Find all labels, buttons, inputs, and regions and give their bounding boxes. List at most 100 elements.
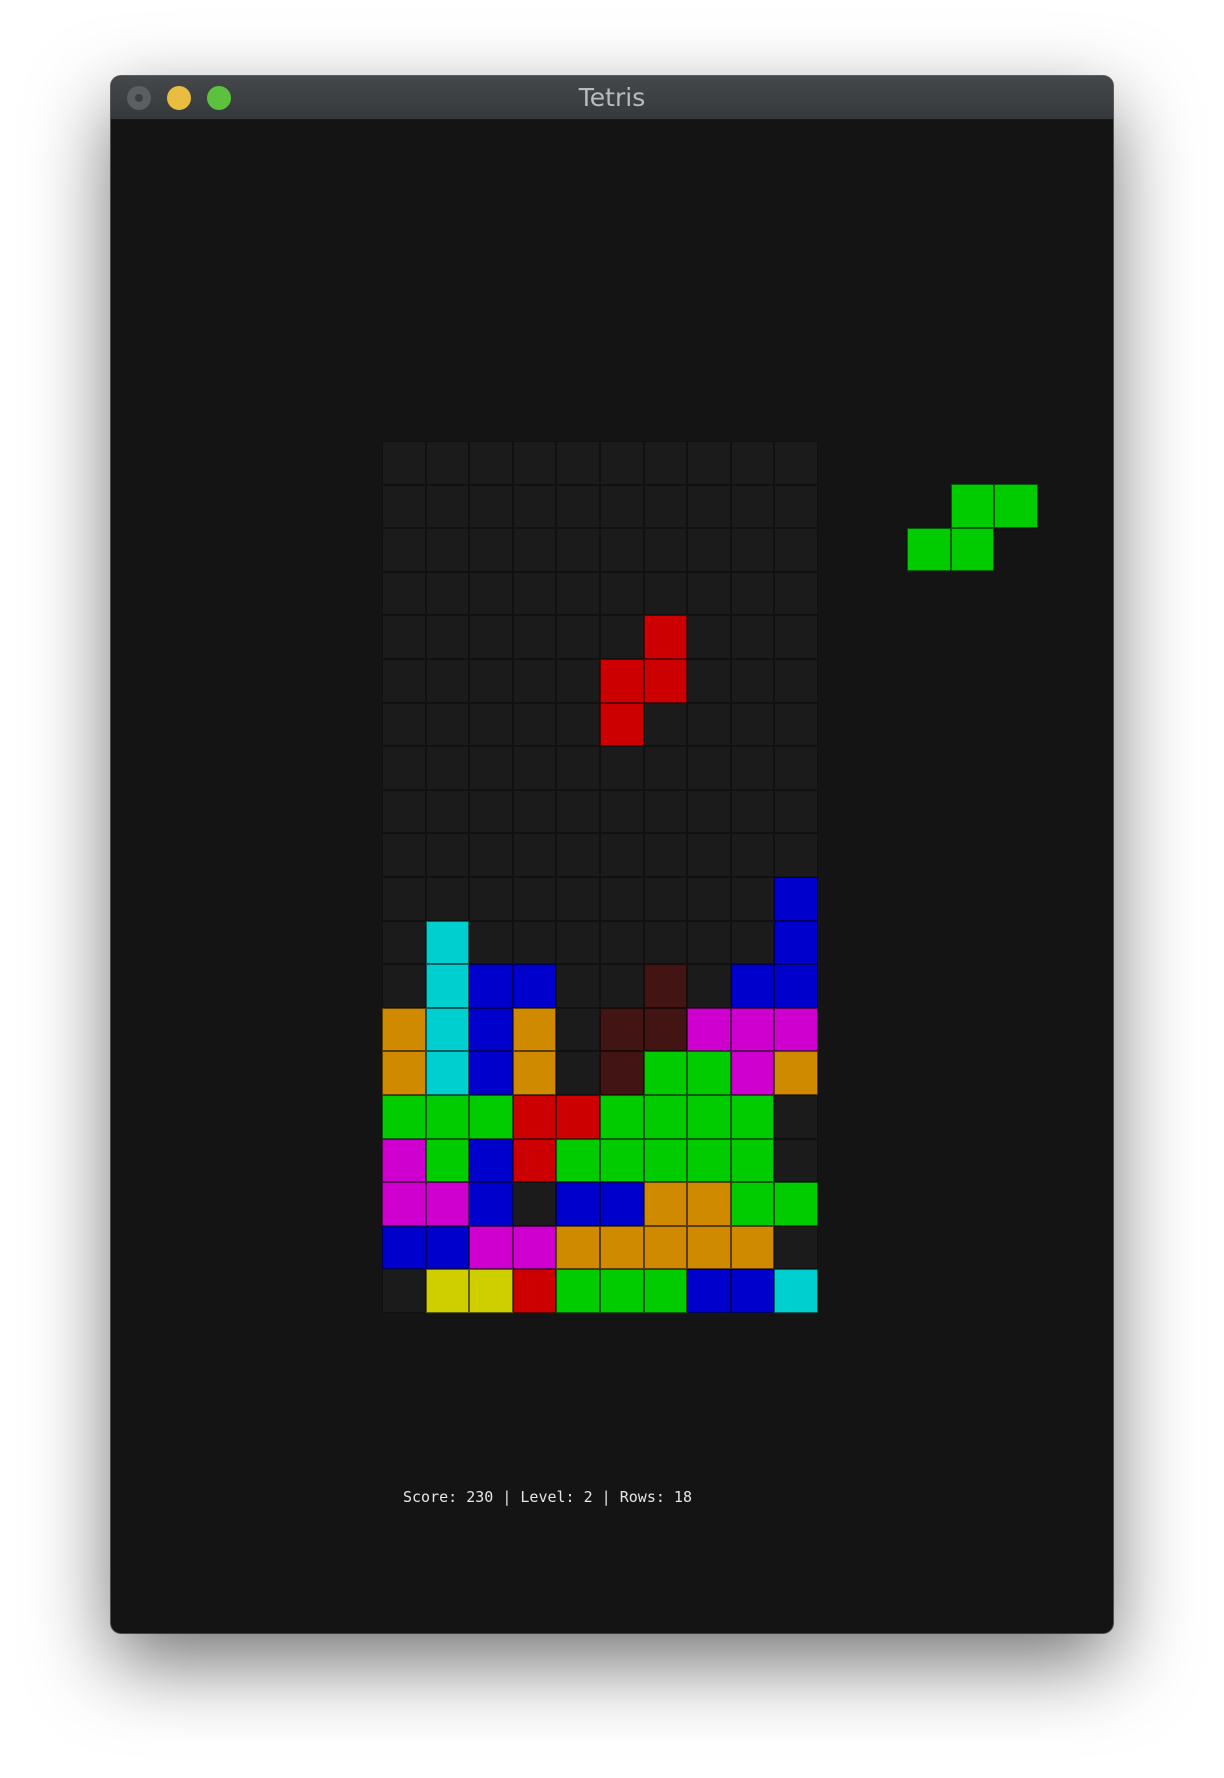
empty-cell	[469, 441, 513, 485]
empty-cell	[382, 528, 426, 572]
empty-cell	[774, 1138, 818, 1183]
empty-cell	[730, 659, 775, 703]
empty-cell	[469, 571, 513, 616]
empty-cell	[469, 528, 513, 572]
empty-cell	[687, 528, 731, 572]
green-block	[730, 1182, 775, 1226]
orange-block	[643, 1182, 688, 1226]
dark-red-block	[600, 1051, 644, 1095]
green-block	[730, 1095, 775, 1139]
empty-cell	[730, 615, 775, 659]
empty-cell	[425, 702, 470, 747]
empty-cell	[512, 659, 557, 703]
red-block	[643, 615, 688, 659]
empty-cell	[556, 920, 600, 965]
empty-cell	[556, 659, 600, 703]
empty-cell	[556, 1007, 600, 1052]
empty-cell	[469, 877, 513, 921]
orange-block	[687, 1225, 731, 1270]
empty-cell	[730, 920, 775, 965]
empty-cell	[382, 659, 426, 703]
empty-cell	[687, 441, 731, 485]
empty-cell	[512, 441, 557, 485]
empty-cell	[512, 1182, 557, 1226]
empty-cell	[730, 484, 775, 529]
empty-cell	[556, 484, 600, 529]
empty-cell	[643, 702, 688, 747]
empty-cell	[425, 615, 470, 659]
green-block	[687, 1051, 731, 1095]
empty-cell	[774, 484, 818, 529]
empty-cell	[556, 528, 600, 572]
red-block	[512, 1138, 557, 1183]
empty-cell	[425, 441, 470, 485]
blue-block	[469, 964, 513, 1008]
empty-cell	[774, 1225, 818, 1270]
empty-cell	[730, 528, 775, 572]
empty-cell	[774, 615, 818, 659]
tetris-board[interactable]	[382, 441, 818, 1313]
empty-cell	[382, 746, 426, 790]
dark-red-block	[643, 964, 688, 1008]
red-block	[512, 1095, 557, 1139]
blue-block	[730, 1269, 775, 1313]
blue-block	[774, 964, 818, 1008]
empty-cell	[469, 615, 513, 659]
magenta-block	[469, 1225, 513, 1270]
empty-cell	[600, 833, 644, 877]
green-block	[643, 1269, 688, 1313]
magenta-block	[512, 1225, 557, 1270]
next-piece-block	[994, 484, 1038, 528]
empty-cell	[512, 833, 557, 877]
empty-cell	[425, 833, 470, 877]
empty-cell	[730, 702, 775, 747]
empty-cell	[469, 920, 513, 965]
empty-cell	[512, 484, 557, 529]
empty-cell	[687, 659, 731, 703]
orange-block	[687, 1182, 731, 1226]
empty-cell	[425, 659, 470, 703]
cyan-block	[425, 920, 470, 965]
orange-block	[512, 1007, 557, 1052]
green-block	[643, 1095, 688, 1139]
empty-cell	[730, 746, 775, 790]
empty-cell	[425, 484, 470, 529]
green-block	[469, 1095, 513, 1139]
empty-cell	[774, 441, 818, 485]
empty-cell	[382, 571, 426, 616]
blue-block	[556, 1182, 600, 1226]
empty-cell	[512, 528, 557, 572]
empty-cell	[687, 746, 731, 790]
empty-cell	[425, 528, 470, 572]
empty-cell	[382, 920, 426, 965]
dark-red-block	[600, 1007, 644, 1052]
blue-block	[774, 877, 818, 921]
green-block	[730, 1138, 775, 1183]
empty-cell	[382, 615, 426, 659]
empty-cell	[382, 1269, 426, 1313]
empty-cell	[643, 528, 688, 572]
green-block	[643, 1051, 688, 1095]
empty-cell	[643, 877, 688, 921]
blue-block	[425, 1225, 470, 1270]
empty-cell	[556, 702, 600, 747]
orange-block	[556, 1225, 600, 1270]
empty-cell	[687, 702, 731, 747]
next-piece-block	[907, 527, 951, 572]
next-piece-preview	[907, 484, 1039, 572]
empty-cell	[600, 528, 644, 572]
green-block	[382, 1095, 426, 1139]
red-block	[512, 1269, 557, 1313]
empty-cell	[600, 615, 644, 659]
cyan-block	[425, 1051, 470, 1095]
magenta-block	[730, 1007, 775, 1052]
empty-cell	[643, 833, 688, 877]
empty-cell	[687, 615, 731, 659]
empty-cell	[425, 789, 470, 834]
window-title: Tetris	[578, 83, 646, 112]
cyan-block	[774, 1269, 818, 1313]
yellow-block	[469, 1269, 513, 1313]
orange-block	[643, 1225, 688, 1270]
empty-cell	[774, 659, 818, 703]
green-block	[556, 1269, 600, 1313]
